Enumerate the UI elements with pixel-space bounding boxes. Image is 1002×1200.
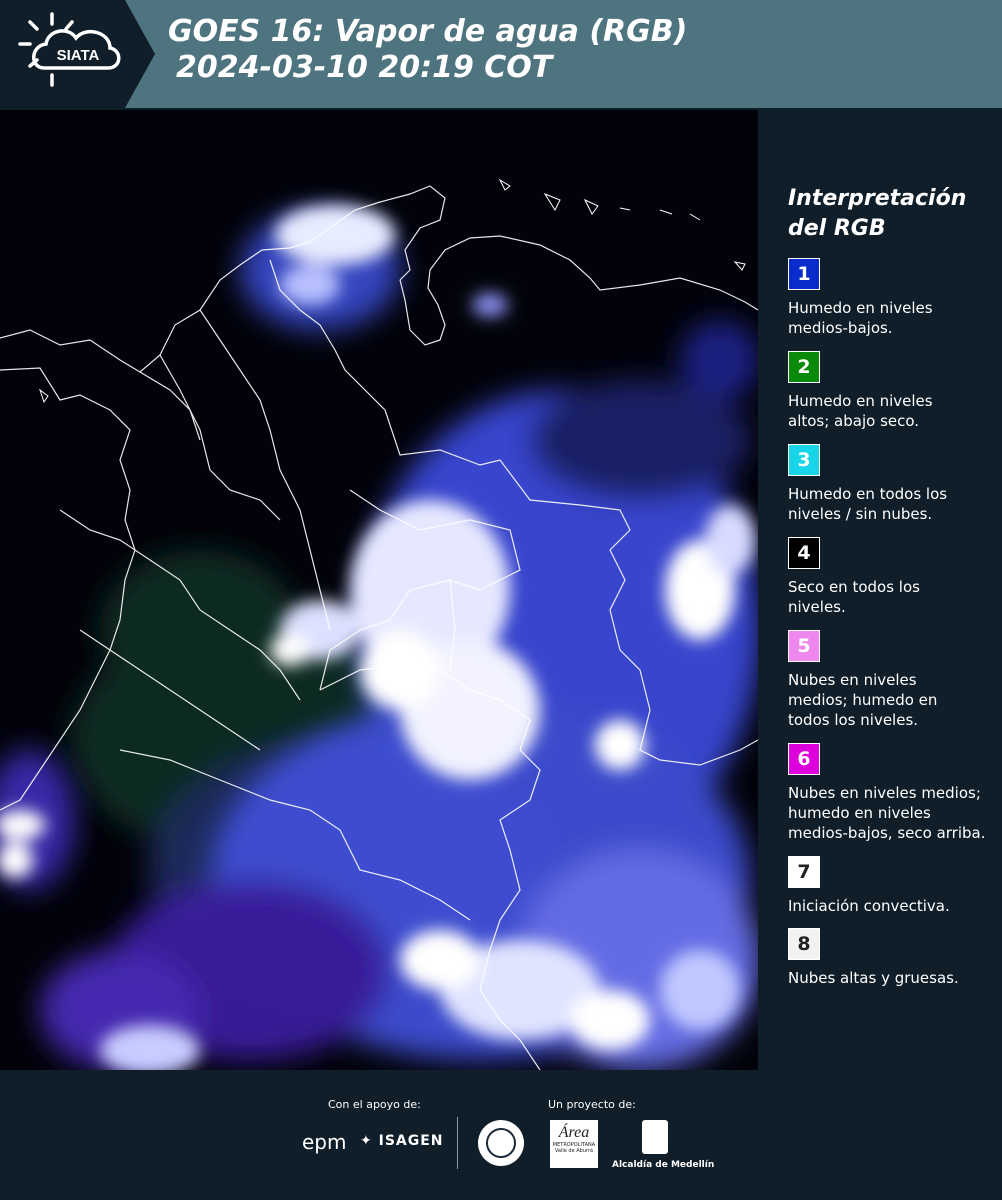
legend-desc: Humedo en niveles medios-bajos. <box>788 298 998 338</box>
legend-desc-line: altos; abajo seco. <box>788 412 920 430</box>
legend-desc-line: medios-bajos, seco arriba. <box>788 824 986 842</box>
isagen-logo[interactable]: ✦ ISAGEN <box>360 1133 444 1149</box>
legend-swatch: 6 <box>788 743 820 775</box>
legend-desc-line: Humedo en niveles <box>788 392 933 410</box>
project-label: Un proyecto de: <box>548 1098 636 1111</box>
legend-desc-line: Nubes en niveles medios; <box>788 784 981 802</box>
legend-title: Interpretación del RGB <box>788 184 966 244</box>
legend-item-7: 7 Iniciación convectiva. <box>788 856 998 916</box>
siata-logo[interactable]: SIATA <box>0 0 155 108</box>
satellite-image <box>0 110 758 1070</box>
legend-swatch: 8 <box>788 928 820 960</box>
legend-desc: Seco en todos los niveles. <box>788 577 998 617</box>
legend-item-6: 6 Nubes en niveles medios; humedo en niv… <box>788 743 998 843</box>
footer: Con el apoyo de: Un proyecto de: epm ✦ I… <box>0 1070 1002 1200</box>
page-title: GOES 16: Vapor de agua (RGB) 2024-03-10 … <box>168 14 687 86</box>
legend-swatch: 2 <box>788 351 820 383</box>
legend-item-2: 2 Humedo en niveles altos; abajo seco. <box>788 351 998 431</box>
area-metropolitana-logo[interactable]: Área METROPOLITANA Valle de Aburrá <box>550 1120 598 1168</box>
legend-desc-line: niveles. <box>788 598 846 616</box>
legend-desc: Iniciación convectiva. <box>788 896 998 916</box>
legend-desc: Nubes altas y gruesas. <box>788 968 998 988</box>
header-bar: SIATA GOES 16: Vapor de agua (RGB) 2024-… <box>0 0 1002 108</box>
legend-item-4: 4 Seco en todos los niveles. <box>788 537 998 617</box>
legend-swatch: 1 <box>788 258 820 290</box>
title-line1: GOES 16: Vapor de agua (RGB) <box>168 14 688 49</box>
legend-desc: Humedo en todos los niveles / sin nubes. <box>788 484 998 524</box>
legend-desc-line: medios-bajos. <box>788 319 893 337</box>
alcaldia-label: Alcaldía de Medellín <box>612 1160 715 1170</box>
area-logo-title: Área <box>558 1124 590 1141</box>
title-line2: 2024-03-10 20:19 COT <box>176 50 553 85</box>
siata-logo-text: SIATA <box>57 47 100 64</box>
satellite-map[interactable] <box>0 110 758 1070</box>
isagen-label: ISAGEN <box>378 1133 444 1149</box>
medellin-shield-icon[interactable] <box>642 1120 668 1154</box>
legend-desc-line: medios; humedo en <box>788 691 938 709</box>
legend-desc: Humedo en niveles altos; abajo seco. <box>788 391 998 431</box>
legend-desc-line: Iniciación convectiva. <box>788 897 950 915</box>
legend-title-line1: Interpretación <box>788 186 967 211</box>
legend-desc-line: Nubes altas y gruesas. <box>788 969 959 987</box>
legend-desc-line: todos los niveles. <box>788 711 919 729</box>
legend-item-5: 5 Nubes en niveles medios; humedo en tod… <box>788 630 998 730</box>
epm-logo[interactable]: epm <box>302 1130 346 1154</box>
footer-divider <box>457 1117 458 1169</box>
rgb-legend: Interpretación del RGB 1 Humedo en nivel… <box>760 110 1002 1070</box>
area-logo-sub2: Valle de Aburrá <box>554 1148 594 1154</box>
legend-desc-line: Seco en todos los <box>788 578 920 596</box>
legend-item-3: 3 Humedo en todos los niveles / sin nube… <box>788 444 998 524</box>
legend-swatch: 3 <box>788 444 820 476</box>
legend-title-line2: del RGB <box>788 216 886 241</box>
isagen-icon: ✦ <box>360 1133 373 1149</box>
university-seal-icon[interactable] <box>478 1120 524 1166</box>
support-label: Con el apoyo de: <box>328 1098 421 1111</box>
legend-desc-line: Humedo en todos los <box>788 485 948 503</box>
legend-swatch: 4 <box>788 537 820 569</box>
legend-item-1: 1 Humedo en niveles medios-bajos. <box>788 258 998 338</box>
legend-item-8: 8 Nubes altas y gruesas. <box>788 928 998 988</box>
legend-swatch: 5 <box>788 630 820 662</box>
legend-desc: Nubes en niveles medios; humedo en todos… <box>788 670 998 730</box>
legend-swatch: 7 <box>788 856 820 888</box>
legend-desc-line: humedo en niveles <box>788 804 931 822</box>
legend-desc-line: niveles / sin nubes. <box>788 505 933 523</box>
legend-desc-line: Nubes en niveles <box>788 671 917 689</box>
legend-desc: Nubes en niveles medios; humedo en nivel… <box>788 783 998 843</box>
siata-logo-graphic: SIATA <box>0 0 155 108</box>
legend-desc-line: Humedo en niveles <box>788 299 933 317</box>
